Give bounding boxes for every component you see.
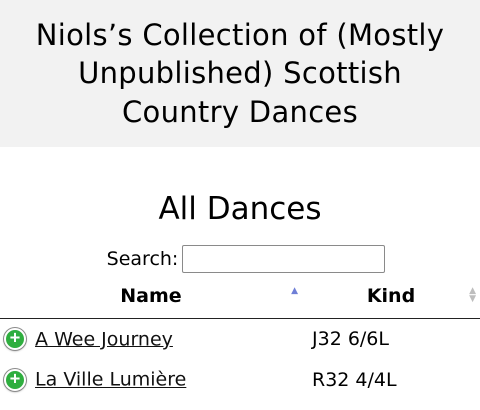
- cell-dance-name: + La Ville Lumière: [0, 359, 302, 400]
- plus-circle-icon[interactable]: +: [4, 328, 26, 350]
- cell-dance-name: + A Wee Journey: [0, 318, 302, 359]
- page-heading: All Dances: [158, 191, 322, 227]
- column-header-name[interactable]: Name ▲: [0, 278, 302, 319]
- column-header-kind-label: Kind: [366, 284, 416, 307]
- search-input[interactable]: [182, 245, 386, 273]
- plus-circle-icon[interactable]: +: [4, 368, 26, 391]
- dance-link[interactable]: La Ville Lumière: [35, 369, 186, 391]
- cell-dance-kind: R32 4/4L: [312, 368, 397, 391]
- search-bar: Search:: [0, 245, 480, 273]
- sort-both-icon: ▲ ▼: [469, 286, 476, 304]
- dances-table: Name ▲ Kind ▲ ▼ + A Wee Journey J32 6/6L …: [0, 278, 480, 400]
- table-row: + La Ville Lumière R32 4/4L: [0, 359, 480, 400]
- sort-asc-icon: ▲: [291, 286, 298, 296]
- table-row: + A Wee Journey J32 6/6L: [0, 318, 480, 359]
- table-header-row: Name ▲ Kind ▲ ▼: [0, 278, 480, 319]
- cell-dance-kind: J32 6/6L: [312, 327, 389, 350]
- site-title: Niols’s Collection of (Mostly Unpublishe…: [35, 17, 445, 129]
- column-header-name-label: Name: [120, 284, 182, 307]
- column-header-kind[interactable]: Kind ▲ ▼: [302, 278, 480, 319]
- site-header: Niols’s Collection of (Mostly Unpublishe…: [0, 0, 480, 147]
- search-label: Search:: [106, 248, 179, 270]
- dance-link[interactable]: A Wee Journey: [35, 328, 173, 350]
